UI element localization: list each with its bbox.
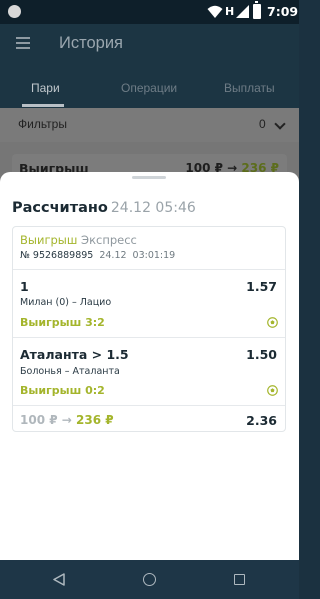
- divider: [13, 337, 285, 338]
- bet-id-row: № 9526889895 24.12 03:01:19: [20, 250, 175, 261]
- bet-type-row: Выигрыш Экспресс: [20, 233, 137, 247]
- bet-result: Выигрыш: [20, 233, 78, 247]
- menu-icon[interactable]: [16, 37, 30, 49]
- home-icon[interactable]: [143, 573, 156, 586]
- settled-date: 24.12 05:46: [110, 200, 196, 216]
- drag-handle[interactable]: [132, 176, 166, 179]
- event-result: Выигрыш 3:2: [20, 316, 105, 329]
- divider: [13, 405, 285, 406]
- event-pick: 1: [20, 279, 29, 294]
- tab-payouts[interactable]: Выплаты: [224, 81, 275, 95]
- wifi-icon: [207, 5, 223, 18]
- signal-icon: [236, 5, 249, 18]
- divider: [13, 269, 285, 270]
- page-title: История: [59, 34, 123, 52]
- notification-icon: [8, 5, 21, 18]
- tab-bets[interactable]: Пари: [31, 81, 60, 95]
- bet-total-amount: 100 ₽ → 236 ₽: [20, 413, 114, 427]
- network-type: H: [225, 5, 235, 18]
- total-coef: 2.36: [246, 413, 277, 428]
- sheet-title: Рассчитано: [12, 200, 108, 216]
- tab-bar: Пари Операции Выплаты: [0, 71, 299, 108]
- app-bar: История Пари Операции Выплаты: [0, 24, 299, 108]
- bet-card: Выигрыш Экспресс № 9526889895 24.12 03:01:…: [12, 226, 286, 432]
- event-match: Болонья – Аталанта: [20, 366, 120, 377]
- active-tab-indicator: [22, 104, 64, 107]
- football-icon: [267, 317, 278, 328]
- event-coef: 1.57: [246, 279, 277, 294]
- event-pick: Аталанта > 1.5: [20, 347, 129, 362]
- bet-number: № 9526889895: [20, 250, 94, 261]
- event-match: Милан (0) – Лацио: [20, 297, 112, 308]
- event-result: Выигрыш 0:2: [20, 384, 105, 397]
- bet-type: Экспресс: [81, 233, 137, 247]
- battery-icon: [253, 1, 261, 19]
- bet-date: 24.12: [99, 250, 127, 261]
- football-icon: [267, 385, 278, 396]
- clock: 7:09: [267, 4, 299, 19]
- filters-count: 0: [259, 117, 266, 131]
- recent-apps-icon[interactable]: [234, 574, 245, 585]
- system-nav-bar: [0, 560, 299, 599]
- bet-time: 03:01:19: [132, 250, 176, 261]
- status-bar: H 7:09: [0, 0, 299, 24]
- filters-row[interactable]: Фильтры 0: [0, 108, 299, 142]
- back-icon[interactable]: [53, 573, 65, 586]
- tab-operations[interactable]: Операции: [121, 81, 177, 95]
- sheet-header: Рассчитано 24.12 05:46: [12, 197, 196, 216]
- event-coef: 1.50: [246, 347, 277, 362]
- chevron-down-icon: [274, 118, 286, 130]
- filters-label: Фильтры: [18, 117, 67, 131]
- bet-details-sheet: Рассчитано 24.12 05:46 Выигрыш Экспресс №…: [0, 172, 299, 560]
